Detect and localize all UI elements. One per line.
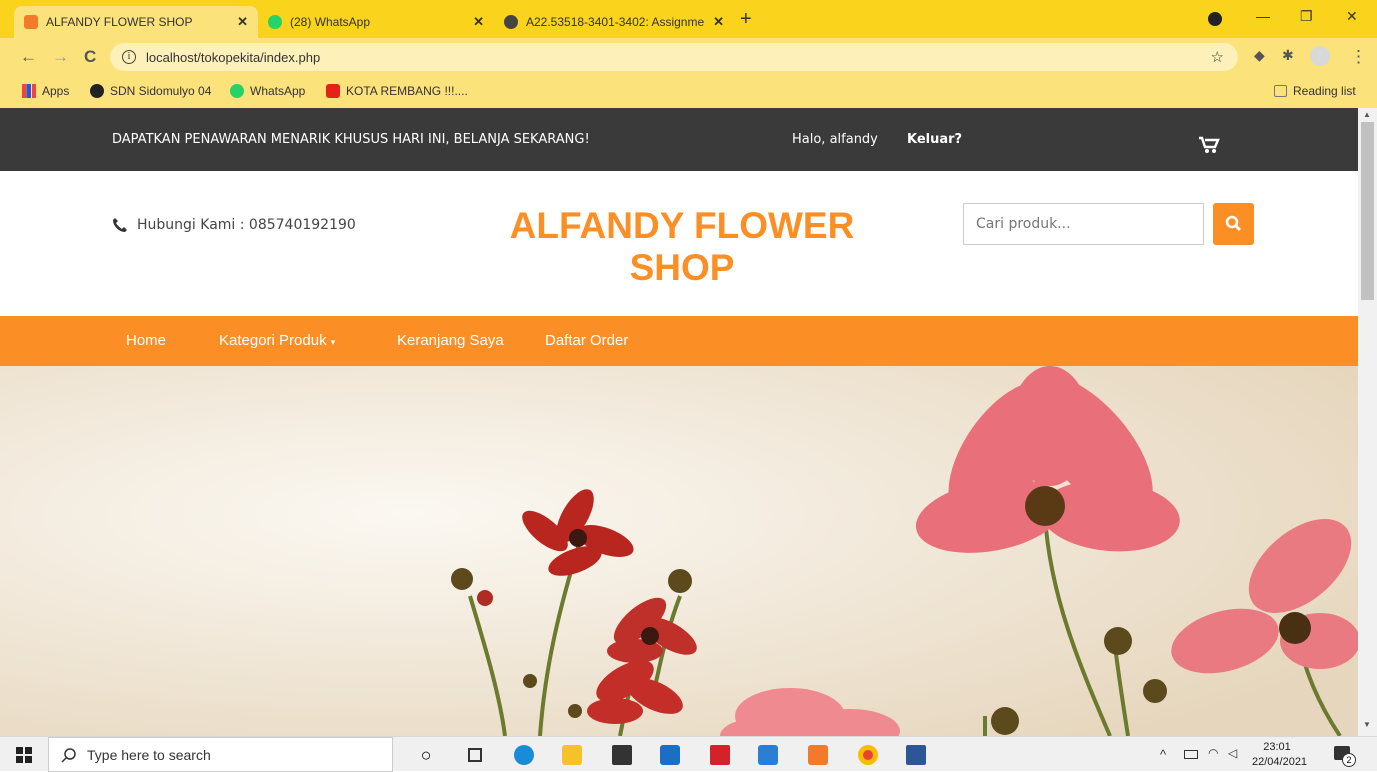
vscode-icon[interactable]	[758, 745, 778, 765]
close-tab-icon[interactable]: ✕	[237, 14, 248, 30]
back-button[interactable]: ←	[20, 47, 37, 67]
profile-avatar[interactable]	[1310, 46, 1330, 66]
product-search-input[interactable]	[963, 203, 1204, 245]
whatsapp-favicon-icon	[268, 15, 282, 29]
bookmark-label: KOTA REMBANG !!!....	[346, 84, 468, 98]
cosmos-flowers-illustration	[0, 366, 1358, 736]
tab-whatsapp[interactable]: (28) WhatsApp ✕	[258, 6, 494, 38]
contact-text: Hubungi Kami : 085740192190	[137, 217, 356, 233]
site-header: Hubungi Kami : 085740192190 ALFANDY FLOW…	[0, 171, 1358, 316]
globe-icon	[90, 84, 104, 98]
scrollbar-thumb[interactable]	[1361, 122, 1374, 300]
hero-banner-image	[0, 366, 1358, 736]
address-bar[interactable]: i localhost/tokopekita/index.php ☆	[110, 43, 1238, 71]
acrobat-icon[interactable]	[710, 745, 730, 765]
cart-icon[interactable]	[1198, 136, 1220, 154]
windows-start-icon[interactable]	[16, 747, 32, 763]
close-tab-icon[interactable]: ✕	[473, 14, 484, 30]
taskbar-search-placeholder: Type here to search	[87, 746, 211, 763]
wifi-icon[interactable]: ◠	[1208, 746, 1218, 760]
word-icon[interactable]	[906, 745, 926, 765]
tab-label: ALFANDY FLOWER SHOP	[46, 15, 193, 29]
bookmark-star-icon[interactable]: ☆	[1211, 48, 1224, 66]
volume-icon[interactable]: ◁	[1228, 746, 1237, 760]
bookmark-whatsapp[interactable]: WhatsApp	[230, 84, 305, 98]
caret-down-icon: ▾	[330, 337, 336, 347]
menu-dots-icon[interactable]: ⋮	[1350, 47, 1367, 67]
task-view-icon[interactable]	[468, 748, 482, 762]
nav-home[interactable]: Home	[126, 332, 166, 349]
tab-label: A22.53518-3401-3402: Assignme	[526, 15, 705, 29]
youtube-icon	[326, 84, 340, 98]
profile-dot-icon[interactable]	[1208, 12, 1222, 26]
extension-icon[interactable]: ◆	[1254, 47, 1265, 64]
moodle-favicon-icon	[504, 15, 518, 29]
close-tab-icon[interactable]: ✕	[713, 14, 724, 30]
shop-favicon-icon	[24, 15, 38, 29]
tab-assignment[interactable]: A22.53518-3401-3402: Assignme ✕	[494, 6, 734, 38]
greeting-text: Halo, alfandy	[792, 132, 878, 147]
restore-button[interactable]: ❐	[1300, 8, 1313, 25]
search-button[interactable]	[1213, 203, 1254, 245]
reading-list-label: Reading list	[1293, 84, 1356, 98]
bookmark-sdn[interactable]: SDN Sidomulyo 04	[90, 84, 211, 98]
clock-time: 23:01	[1263, 741, 1291, 753]
battery-icon[interactable]	[1184, 750, 1198, 759]
close-window-button[interactable]: ✕	[1346, 8, 1358, 25]
notification-count-badge: 2	[1342, 753, 1356, 767]
bookmark-apps[interactable]: Apps	[22, 84, 69, 98]
scroll-up-arrow-icon[interactable]: ▲	[1363, 110, 1371, 119]
whatsapp-icon	[230, 84, 244, 98]
reading-list-icon	[1274, 85, 1287, 97]
taskbar-search-box[interactable]: Type here to search	[48, 737, 393, 772]
minimize-button[interactable]: —	[1256, 8, 1270, 24]
windows-taskbar: Type here to search ○ ^ ◠ ◁ 23:01 22/04/…	[0, 736, 1377, 772]
promo-topbar: DAPATKAN PENAWARAN MENARIK KHUSUS HARI I…	[0, 108, 1358, 171]
tab-alfandy-flower-shop[interactable]: ALFANDY FLOWER SHOP ✕	[14, 6, 258, 38]
reading-list-button[interactable]: Reading list	[1274, 84, 1356, 98]
new-tab-button[interactable]: +	[740, 9, 752, 29]
nav-kategori-produk[interactable]: Kategori Produk ▾	[219, 332, 335, 349]
browser-toolbar: ← → C i localhost/tokopekita/index.php ☆…	[0, 38, 1377, 76]
bookmark-kota-rembang[interactable]: KOTA REMBANG !!!....	[326, 84, 468, 98]
promo-text: DAPATKAN PENAWARAN MENARIK KHUSUS HARI I…	[112, 132, 590, 147]
system-tray-chevron-icon[interactable]: ^	[1160, 747, 1166, 762]
brand-line-2: SHOP	[629, 247, 735, 288]
site-info-icon[interactable]: i	[122, 50, 136, 64]
forward-button[interactable]: →	[52, 47, 69, 67]
main-navbar: Home Kategori Produk ▾ Keranjang Saya Da…	[0, 316, 1358, 366]
search-icon	[61, 747, 76, 763]
nav-keranjang-saya[interactable]: Keranjang Saya	[397, 332, 504, 349]
file-explorer-icon[interactable]	[562, 745, 582, 765]
logout-link[interactable]: Keluar?	[907, 132, 962, 147]
bookmark-label: SDN Sidomulyo 04	[110, 84, 212, 98]
clock-date: 22/04/2021	[1252, 756, 1308, 768]
bookmarks-bar: Apps SDN Sidomulyo 04 WhatsApp KOTA REMB…	[0, 76, 1377, 108]
brand-logo[interactable]: ALFANDY FLOWER SHOP	[480, 205, 884, 289]
mail-icon[interactable]	[660, 745, 680, 765]
bookmark-label: WhatsApp	[250, 84, 306, 98]
browser-tab-strip: ALFANDY FLOWER SHOP ✕ (28) WhatsApp ✕ A2…	[0, 0, 1377, 38]
bookmark-label: Apps	[42, 84, 70, 98]
store-icon[interactable]	[612, 745, 632, 765]
reload-button[interactable]: C	[84, 47, 96, 67]
nav-daftar-order[interactable]: Daftar Order	[545, 332, 628, 349]
brand-line-1: ALFANDY FLOWER	[509, 205, 855, 246]
search-icon	[1225, 215, 1241, 231]
phone-icon	[113, 218, 127, 232]
xampp-icon[interactable]	[808, 745, 828, 765]
edge-icon[interactable]	[514, 745, 534, 765]
clock[interactable]: 23:01 22/04/2021	[1252, 740, 1308, 770]
chrome-icon[interactable]	[858, 745, 878, 765]
nav-kategori-label: Kategori Produk	[219, 332, 327, 349]
scroll-down-arrow-icon[interactable]: ▼	[1363, 720, 1371, 729]
apps-grid-icon	[22, 84, 36, 98]
url-text: localhost/tokopekita/index.php	[146, 49, 321, 65]
cortana-icon[interactable]: ○	[416, 745, 436, 765]
tab-label: (28) WhatsApp	[290, 15, 371, 29]
extensions-puzzle-icon[interactable]: ✱	[1282, 47, 1294, 64]
